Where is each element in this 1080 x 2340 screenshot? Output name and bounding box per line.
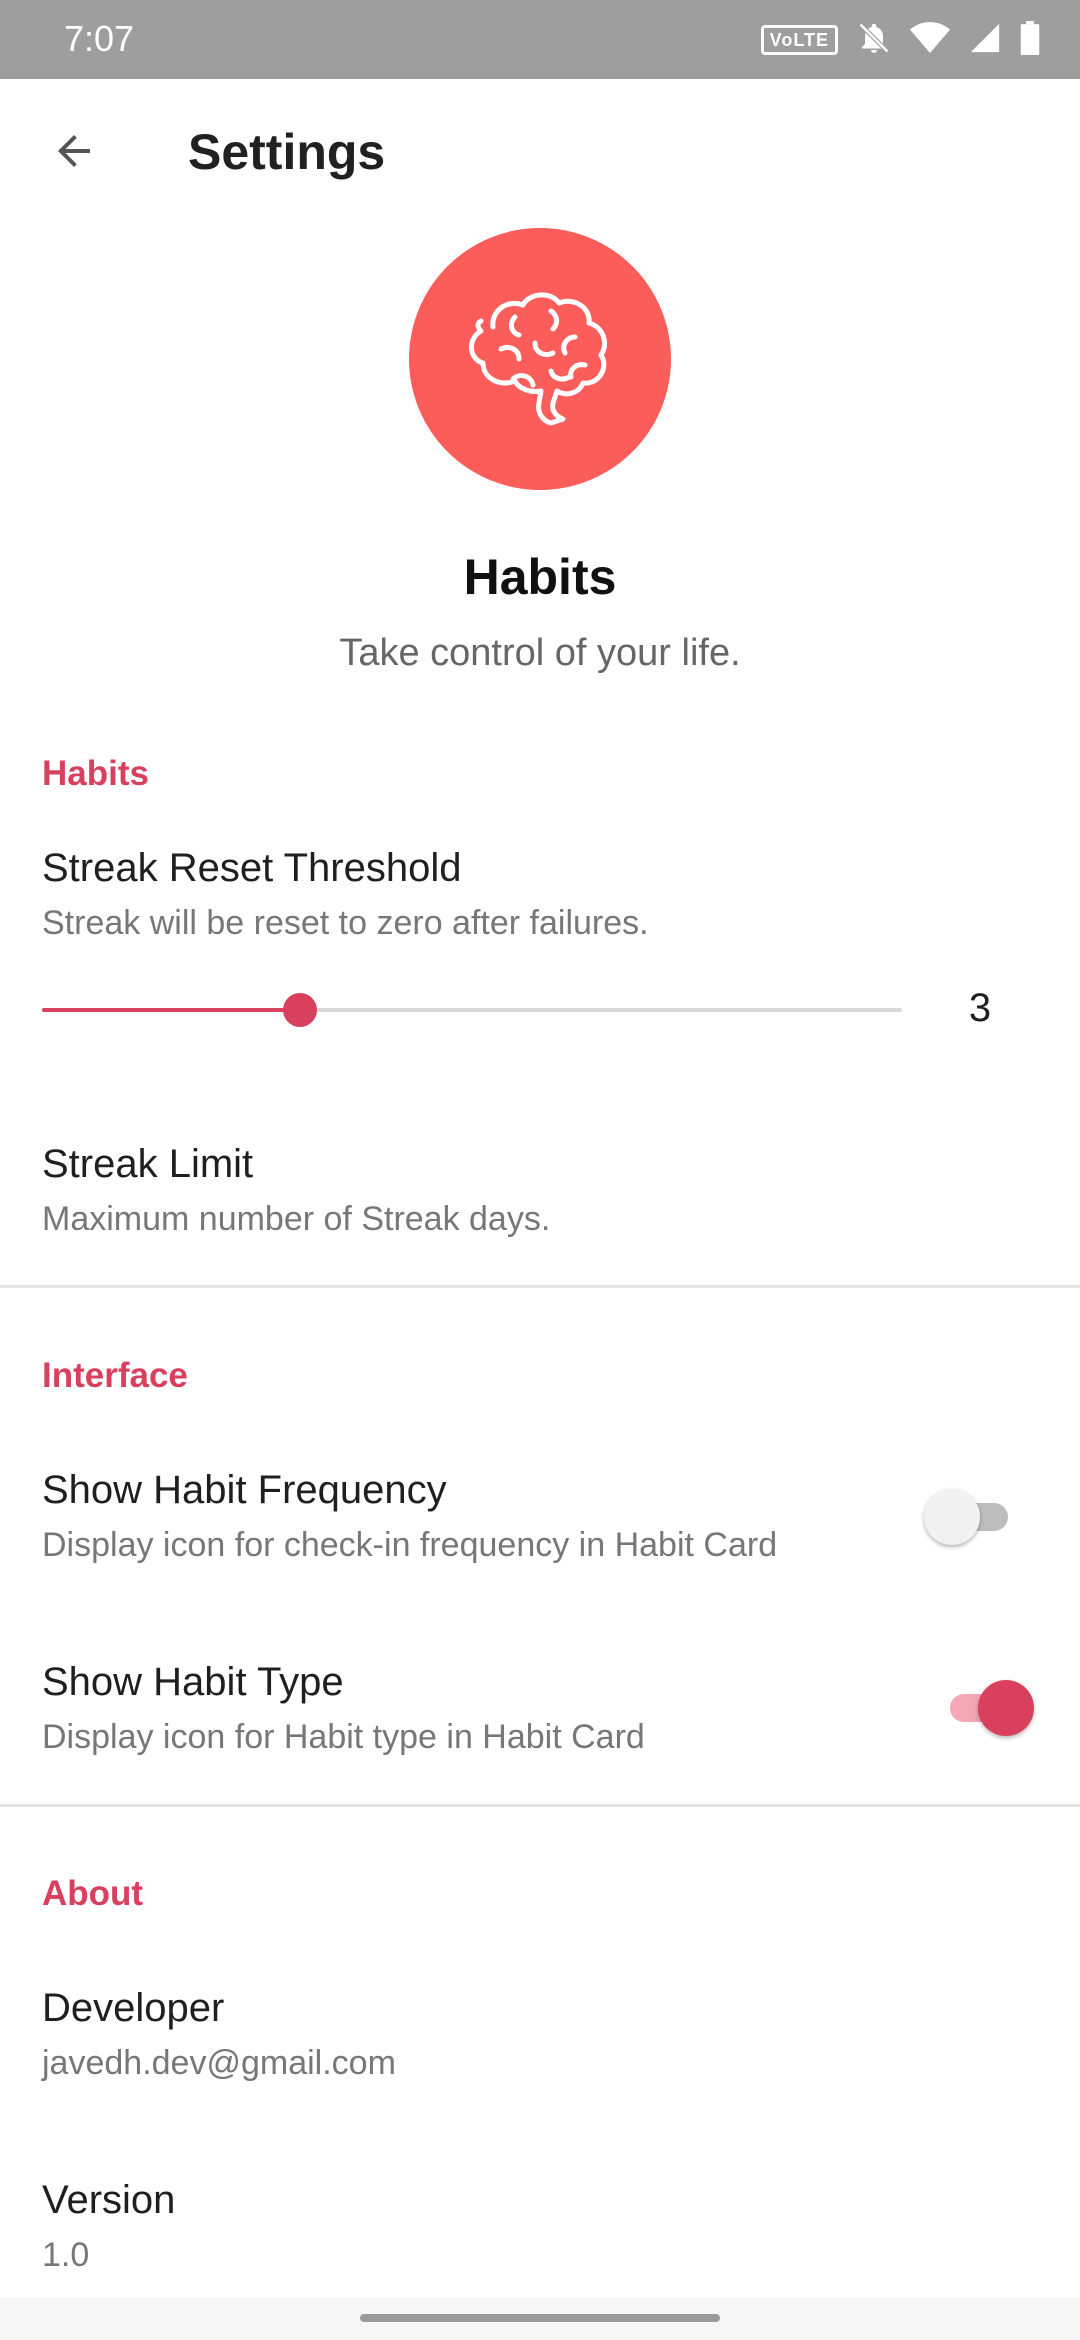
switch-thumb — [978, 1680, 1034, 1736]
page-title: Settings — [188, 124, 386, 180]
status-bar: 7:07 VoLTE — [0, 0, 1080, 79]
back-button[interactable] — [40, 119, 108, 187]
app-bar: Settings — [0, 79, 1080, 229]
section-divider — [0, 1285, 1080, 1288]
battery-icon — [1020, 20, 1040, 60]
slider-fill — [42, 1008, 300, 1012]
app-logo — [409, 228, 671, 490]
arrow-left-icon — [50, 127, 98, 180]
streak-reset-slider[interactable] — [42, 993, 902, 1027]
pref-summary: Maximum number of Streak days. — [42, 1200, 551, 1238]
section-header-habits: Habits — [42, 754, 149, 793]
section-divider — [0, 1804, 1080, 1807]
pref-summary: Display icon for check-in frequency in H… — [42, 1526, 778, 1564]
pref-title: Streak Limit — [42, 1142, 254, 1186]
status-time: 7:07 — [64, 18, 135, 59]
pref-summary: 1.0 — [42, 2236, 90, 2274]
home-gesture-handle[interactable] — [360, 2314, 720, 2322]
pref-title: Developer — [42, 1986, 225, 2030]
pref-title: Version — [42, 2178, 176, 2222]
slider-thumb[interactable] — [283, 993, 317, 1027]
app-name: Habits — [463, 549, 617, 605]
status-icons: VoLTE — [760, 20, 1040, 61]
pref-summary: Display icon for Habit type in Habit Car… — [42, 1718, 645, 1756]
notifications-off-icon — [856, 20, 892, 61]
navigation-bar — [0, 2298, 1080, 2340]
app-tagline: Take control of your life. — [339, 632, 741, 674]
brain-icon — [455, 287, 625, 432]
pref-title: Show Habit Type — [42, 1660, 344, 1704]
pref-summary: javedh.dev@gmail.com — [42, 2044, 396, 2082]
signal-icon — [968, 21, 1002, 60]
section-header-about: About — [42, 1874, 144, 1913]
pref-summary: Streak will be reset to zero after failu… — [42, 904, 649, 942]
switch-thumb — [924, 1489, 980, 1545]
pref-title: Streak Reset Threshold — [42, 846, 462, 890]
pref-title: Show Habit Frequency — [42, 1468, 447, 1512]
section-header-interface: Interface — [42, 1356, 188, 1395]
wifi-icon — [910, 21, 950, 60]
show-habit-type-toggle[interactable] — [944, 1680, 1034, 1736]
show-habit-frequency-toggle[interactable] — [924, 1489, 1014, 1545]
volte-icon: VoLTE — [760, 25, 838, 55]
slider-value: 3 — [968, 986, 992, 1030]
